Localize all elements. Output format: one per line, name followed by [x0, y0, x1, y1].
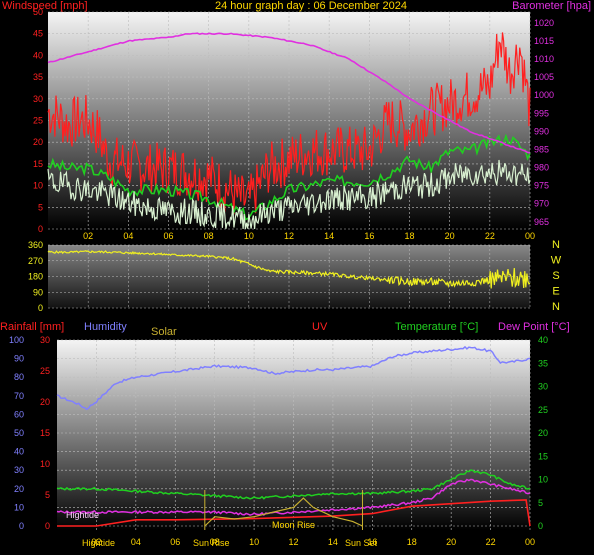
- tick-label-humidity: 10: [14, 502, 24, 512]
- annotation-sunrise: Sun Rise: [193, 538, 230, 548]
- tick-label-barometer: 1015: [534, 36, 554, 46]
- direction-letter: S: [552, 270, 559, 282]
- tick-label-windspeed: 10: [33, 181, 43, 191]
- tick-label-rainfall: 5: [45, 490, 50, 500]
- tick-label-windspeed: 20: [33, 137, 43, 147]
- tick-label-humidity: 60: [14, 409, 24, 419]
- tick-label-humidity: 80: [14, 372, 24, 382]
- tick-label-rainfall: 20: [40, 397, 50, 407]
- tick-label-windspeed: 35: [33, 72, 43, 82]
- tick-label-hour: 10: [244, 231, 254, 241]
- tick-label-barometer: 970: [534, 199, 549, 209]
- tick-label-hour: 22: [486, 537, 496, 547]
- tick-label-barometer: 990: [534, 126, 549, 136]
- label-temperature: Temperature [°C]: [395, 321, 478, 333]
- tick-label-humidity: 20: [14, 484, 24, 494]
- tick-label-rainfall: 30: [40, 335, 50, 345]
- label-humidity: Humidity: [84, 321, 127, 333]
- tick-label-hour: 00: [525, 537, 535, 547]
- tick-label-barometer: 965: [534, 217, 549, 227]
- tick-label-hour: 18: [407, 537, 417, 547]
- tick-label-temperature: 35: [538, 358, 548, 368]
- direction-letter: N: [552, 301, 560, 313]
- tick-label-hour: 16: [364, 231, 374, 241]
- tick-label-humidity: 50: [14, 428, 24, 438]
- direction-letter: E: [552, 286, 559, 298]
- tick-label-barometer: 1005: [534, 72, 554, 82]
- ylabel-windspeed: Windspeed [mph]: [2, 0, 88, 12]
- tick-label-hour: 08: [204, 231, 214, 241]
- tick-label-rainfall: 25: [40, 366, 50, 376]
- tick-label-hour: 06: [163, 231, 173, 241]
- tick-label-windspeed: 5: [38, 202, 43, 212]
- tick-label-rainfall: 15: [40, 428, 50, 438]
- tick-label-hour: 10: [249, 537, 259, 547]
- tick-label-humidity: 40: [14, 447, 24, 457]
- tick-label-hour: 14: [328, 537, 338, 547]
- tick-label-barometer: 1000: [534, 90, 554, 100]
- tick-label-temperature: 10: [538, 475, 548, 485]
- tick-label-temperature: 5: [538, 498, 543, 508]
- tick-label-hour: 12: [288, 537, 298, 547]
- tick-label-direction: 0: [38, 303, 43, 313]
- tick-label-humidity: 70: [14, 391, 24, 401]
- tick-label-temperature: 20: [538, 428, 548, 438]
- weather-chart: Windspeed [mph] 24 hour graph day : 06 D…: [0, 0, 591, 548]
- tick-label-windspeed: 25: [33, 116, 43, 126]
- tick-label-barometer: 1010: [534, 54, 554, 64]
- tick-label-hour: 20: [445, 231, 455, 241]
- direction-letter: N: [552, 239, 560, 251]
- direction-letters: NWSEN: [551, 239, 562, 313]
- tick-label-barometer: 980: [534, 163, 549, 173]
- tick-label-temperature: 15: [538, 451, 548, 461]
- annotation-moonrise: Moon Rise: [272, 520, 315, 530]
- tick-label-temperature: 30: [538, 382, 548, 392]
- tick-label-rainfall: 0: [45, 521, 50, 531]
- tick-label-windspeed: 50: [33, 7, 43, 17]
- tick-label-hour: 00: [525, 231, 535, 241]
- tick-label-barometer: 995: [534, 108, 549, 118]
- tick-label-barometer: 975: [534, 181, 549, 191]
- ylabel-barometer: Barometer [hpa]: [512, 0, 591, 12]
- tick-label-windspeed: 45: [33, 29, 43, 39]
- tick-label-barometer: 1020: [534, 18, 554, 28]
- annotation-hightide-bottom: Hightide: [82, 538, 115, 548]
- tick-label-hour: 22: [485, 231, 495, 241]
- tick-label-hour: 12: [284, 231, 294, 241]
- tick-label-windspeed: 15: [33, 159, 43, 169]
- annotation-sunset: Sun Set: [345, 538, 378, 548]
- tick-label-hour: 20: [446, 537, 456, 547]
- tick-label-temperature: 40: [538, 335, 548, 345]
- tick-label-temperature: 25: [538, 405, 548, 415]
- tick-label-hour: 06: [170, 537, 180, 547]
- tick-label-hour: 04: [123, 231, 133, 241]
- tick-label-humidity: 90: [14, 354, 24, 364]
- tick-label-windspeed: 30: [33, 94, 43, 104]
- tick-label-humidity: 100: [9, 335, 24, 345]
- label-uv: UV: [312, 321, 328, 333]
- tick-label-barometer: 985: [534, 144, 549, 154]
- label-solar: Solar: [151, 326, 177, 338]
- tick-label-hour: 02: [83, 231, 93, 241]
- chart-title: 24 hour graph day : 06 December 2024: [215, 0, 407, 12]
- tick-label-direction: 90: [33, 287, 43, 297]
- tick-label-direction: 180: [28, 272, 43, 282]
- direction-letter: W: [551, 255, 562, 267]
- tick-label-hour: 14: [324, 231, 334, 241]
- tick-label-humidity: 0: [19, 521, 24, 531]
- tick-label-hour: 04: [131, 537, 141, 547]
- tick-label-direction: 270: [28, 256, 43, 266]
- tick-label-rainfall: 10: [40, 459, 50, 469]
- tick-label-windspeed: 0: [38, 224, 43, 234]
- tick-label-hour: 18: [404, 231, 414, 241]
- tick-label-humidity: 30: [14, 465, 24, 475]
- label-dewpoint: Dew Point [°C]: [498, 321, 570, 333]
- tick-label-temperature: 0: [538, 521, 543, 531]
- tick-label-windspeed: 40: [33, 50, 43, 60]
- label-rainfall: Rainfall [mm]: [0, 321, 64, 333]
- direction-axis-ticks: 360 270 180 90 0: [28, 240, 43, 313]
- tick-label-direction: 360: [28, 240, 43, 250]
- annotation-hightide-left: Hightide: [66, 510, 99, 520]
